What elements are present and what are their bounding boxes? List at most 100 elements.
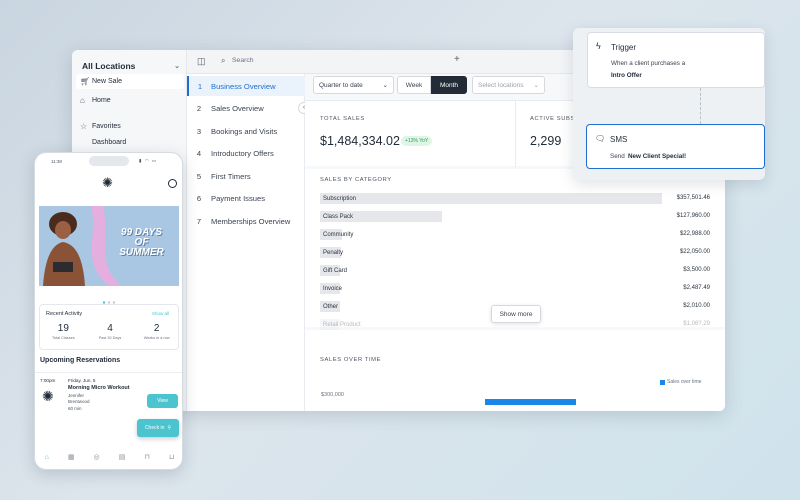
location-label: All Locations [82, 61, 136, 71]
view-button[interactable]: View [147, 394, 178, 408]
time-title: SALES OVER TIME [320, 357, 382, 363]
messages-tab-icon[interactable]: ▤ [119, 453, 126, 461]
month-toggle[interactable]: Month [431, 76, 467, 94]
reservation-instructor: Jennifer [68, 393, 85, 398]
category-label: Penalty [323, 249, 344, 256]
category-value: $2,487.49 [683, 285, 710, 291]
report-item[interactable]: 3 Bookings and Visits [187, 121, 305, 141]
calendar-tab-icon[interactable]: ▦ [68, 453, 75, 461]
report-number: 1 [197, 81, 203, 91]
explore-tab-icon[interactable]: ◎ [94, 453, 100, 461]
total-sales-label: TOTAL SALES [320, 116, 365, 122]
category-row: Gift Card $3,500.00 [320, 265, 712, 276]
y-tick-label: $300,000 [321, 392, 344, 398]
add-icon[interactable]: + [454, 54, 460, 65]
week-toggle[interactable]: Week [397, 76, 431, 94]
category-label: Invoice [323, 285, 343, 292]
period-dropdown[interactable]: Quarter to date ⌄ [313, 76, 394, 94]
sms-card[interactable]: 🗨︎ SMS Send New Client Special! [586, 124, 765, 169]
stat-value: 19 [57, 323, 69, 334]
category-value: $22,988.00 [679, 231, 710, 237]
report-item[interactable]: 4 Introductory Offers [187, 144, 305, 164]
location-selector[interactable]: All Locations ⌄ [78, 56, 184, 76]
location-pin-icon: ⚲ [167, 425, 172, 431]
studio-logo-icon: ✺ [42, 388, 54, 404]
shop-tab-icon[interactable]: ⊓ [144, 453, 149, 461]
panel-toggle-icon[interactable]: ◫ [197, 56, 206, 67]
flow-connector [700, 88, 701, 124]
report-item[interactable]: 1 Business Overview [187, 76, 305, 96]
status-icons: ▮ ◠ ▭ [139, 158, 158, 163]
category-value: $1,06?.29 [683, 321, 710, 327]
search-input[interactable]: Search [232, 57, 254, 64]
recent-activity-card: Recent Activity Show all 19 Total Classes… [39, 304, 179, 350]
reservation-name: Morning Micro Workout [68, 385, 130, 391]
category-value: $357,501.46 [676, 195, 710, 201]
reservation-duration: 60 min [68, 406, 82, 411]
sms-message: New Client Special! [628, 153, 687, 160]
category-bar: Other [320, 301, 340, 312]
report-label: First Timers [211, 171, 251, 181]
activity-title: Recent Activity [46, 311, 83, 317]
time-bar [485, 399, 576, 405]
period-label: Quarter to date [319, 81, 363, 89]
report-item[interactable]: 6 Payment Issues [187, 189, 305, 209]
yoy-badge: +13% YoY [401, 136, 433, 146]
trigger-title: Trigger [611, 43, 637, 52]
report-item[interactable]: 2 Sales Overview [187, 99, 305, 119]
category-row: Invoice $2,487.49 [320, 283, 712, 294]
category-label: Other [323, 303, 339, 310]
sales-over-time-card: SALES OVER TIME Sales over time $300,000 [305, 330, 725, 411]
reservation-location: Brentwood [68, 399, 90, 404]
legend-label: Sales over time [667, 379, 702, 385]
carousel-dots [102, 291, 118, 304]
sms-title: SMS [610, 135, 628, 144]
check-in-button[interactable]: Check in ⚲ [137, 419, 179, 437]
reservations-title: Upcoming Reservations [40, 357, 121, 364]
show-all-link[interactable]: Show all [152, 311, 169, 316]
category-row: Community $22,988.00 [320, 229, 712, 240]
category-row: Penalty $22,050.00 [320, 247, 712, 258]
category-bar: Community [320, 229, 353, 240]
sidebar-item-dashboard[interactable]: Dashboard [76, 135, 184, 150]
mobile-app: 11:38 ▮ ◠ ▭ ✺ 99 DAYS OF SUMMER Recent A… [34, 152, 183, 470]
home-tab-icon[interactable]: ⌂ [45, 454, 49, 461]
category-label: Retail Product [323, 321, 361, 328]
report-label: Business Overview [211, 81, 276, 91]
locations-dropdown[interactable]: Select locations ⌄ [472, 76, 545, 94]
profile-icon[interactable] [168, 179, 177, 188]
report-item[interactable]: 5 First Timers [187, 166, 305, 186]
report-label: Introductory Offers [211, 149, 274, 158]
trigger-text: When a client purchases a [611, 60, 686, 67]
category-label: Class Pack [323, 213, 354, 220]
search-icon: ⌕ [221, 56, 226, 65]
banner-text-line3: SUMMER [119, 247, 164, 258]
sidebar-item-label: Home [92, 97, 111, 104]
category-row: Class Pack $127,960.00 [320, 211, 712, 222]
sidebar-item-new-sale[interactable]: 🛒︎ New Sale [76, 74, 184, 89]
chevron-down-icon: ⌄ [382, 82, 388, 89]
category-title: SALES BY CATEGORY [320, 177, 392, 183]
sidebar-item-favorites[interactable]: ☆ Favorites [76, 119, 184, 134]
activity-stat: 19 Total Classes [42, 323, 84, 340]
reservation-date: Friday, Jun. 5 [68, 378, 96, 383]
category-label: Community [323, 231, 354, 238]
sales-by-category-card: SALES BY CATEGORY Subscription $357,501.4… [305, 169, 725, 330]
category-bar: Subscription [320, 193, 662, 204]
stat-caption: Total Classes [52, 336, 75, 340]
category-bar: Retail Product [320, 319, 361, 330]
bag-tab-icon[interactable]: ⊔ [169, 453, 174, 461]
reservation-item[interactable]: 7:00pm Friday, Jun. 5 Morning Micro Work… [35, 372, 182, 419]
category-value: $127,960.00 [676, 213, 710, 219]
category-label: Gift Card [323, 267, 348, 274]
sidebar-item-home[interactable]: ⌂ Home [76, 93, 184, 108]
sidebar-item-label: New Sale [92, 78, 122, 85]
show-more-button[interactable]: Show more [491, 305, 541, 323]
category-value: $2,010.00 [683, 303, 710, 309]
trigger-card[interactable]: ϟ Trigger When a client purchases a Intr… [587, 32, 765, 88]
promo-banner[interactable]: 99 DAYS OF SUMMER [39, 206, 179, 286]
chevron-down-icon: ⌄ [533, 82, 539, 89]
status-time: 11:38 [51, 159, 62, 164]
activity-stat: 4 Past 30 Days [89, 323, 131, 340]
report-item[interactable]: 7 Memberships Overview [187, 211, 305, 231]
